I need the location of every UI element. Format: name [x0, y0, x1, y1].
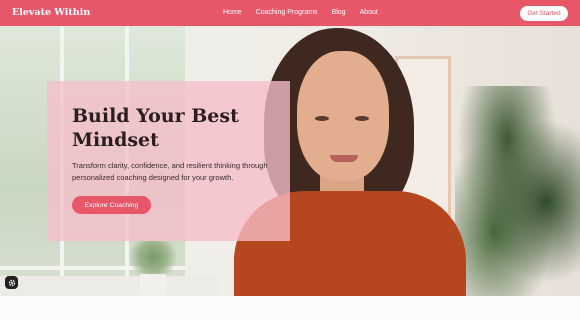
page-bottom-section — [0, 296, 580, 320]
plant-pot — [140, 274, 166, 296]
window-sill — [0, 276, 220, 296]
nav-coaching-programs[interactable]: Coaching Programs — [256, 9, 318, 16]
site-header: Elevate Within Home Coaching Programs Bl… — [0, 0, 580, 26]
get-started-button[interactable]: Get Started — [520, 6, 568, 21]
settings-gear-icon — [8, 279, 15, 286]
hero-headline: Build Your Best Mindset — [72, 105, 239, 151]
settings-widget-button[interactable] — [5, 276, 18, 289]
explore-coaching-button[interactable]: Explore Coaching — [72, 196, 151, 214]
portrait-face — [297, 51, 389, 181]
brand-logo[interactable]: Elevate Within — [12, 7, 90, 18]
hero-subtext: Transform clarity, confidence, and resil… — [72, 161, 268, 182]
portrait-eye — [355, 116, 369, 121]
potted-plant-right — [455, 86, 580, 296]
main-nav: Home Coaching Programs Blog About — [223, 9, 392, 16]
nav-home[interactable]: Home — [223, 9, 242, 16]
nav-about[interactable]: About — [360, 9, 378, 16]
nav-blog[interactable]: Blog — [332, 9, 346, 16]
portrait-eye — [315, 116, 329, 121]
portrait-smile — [330, 155, 358, 162]
